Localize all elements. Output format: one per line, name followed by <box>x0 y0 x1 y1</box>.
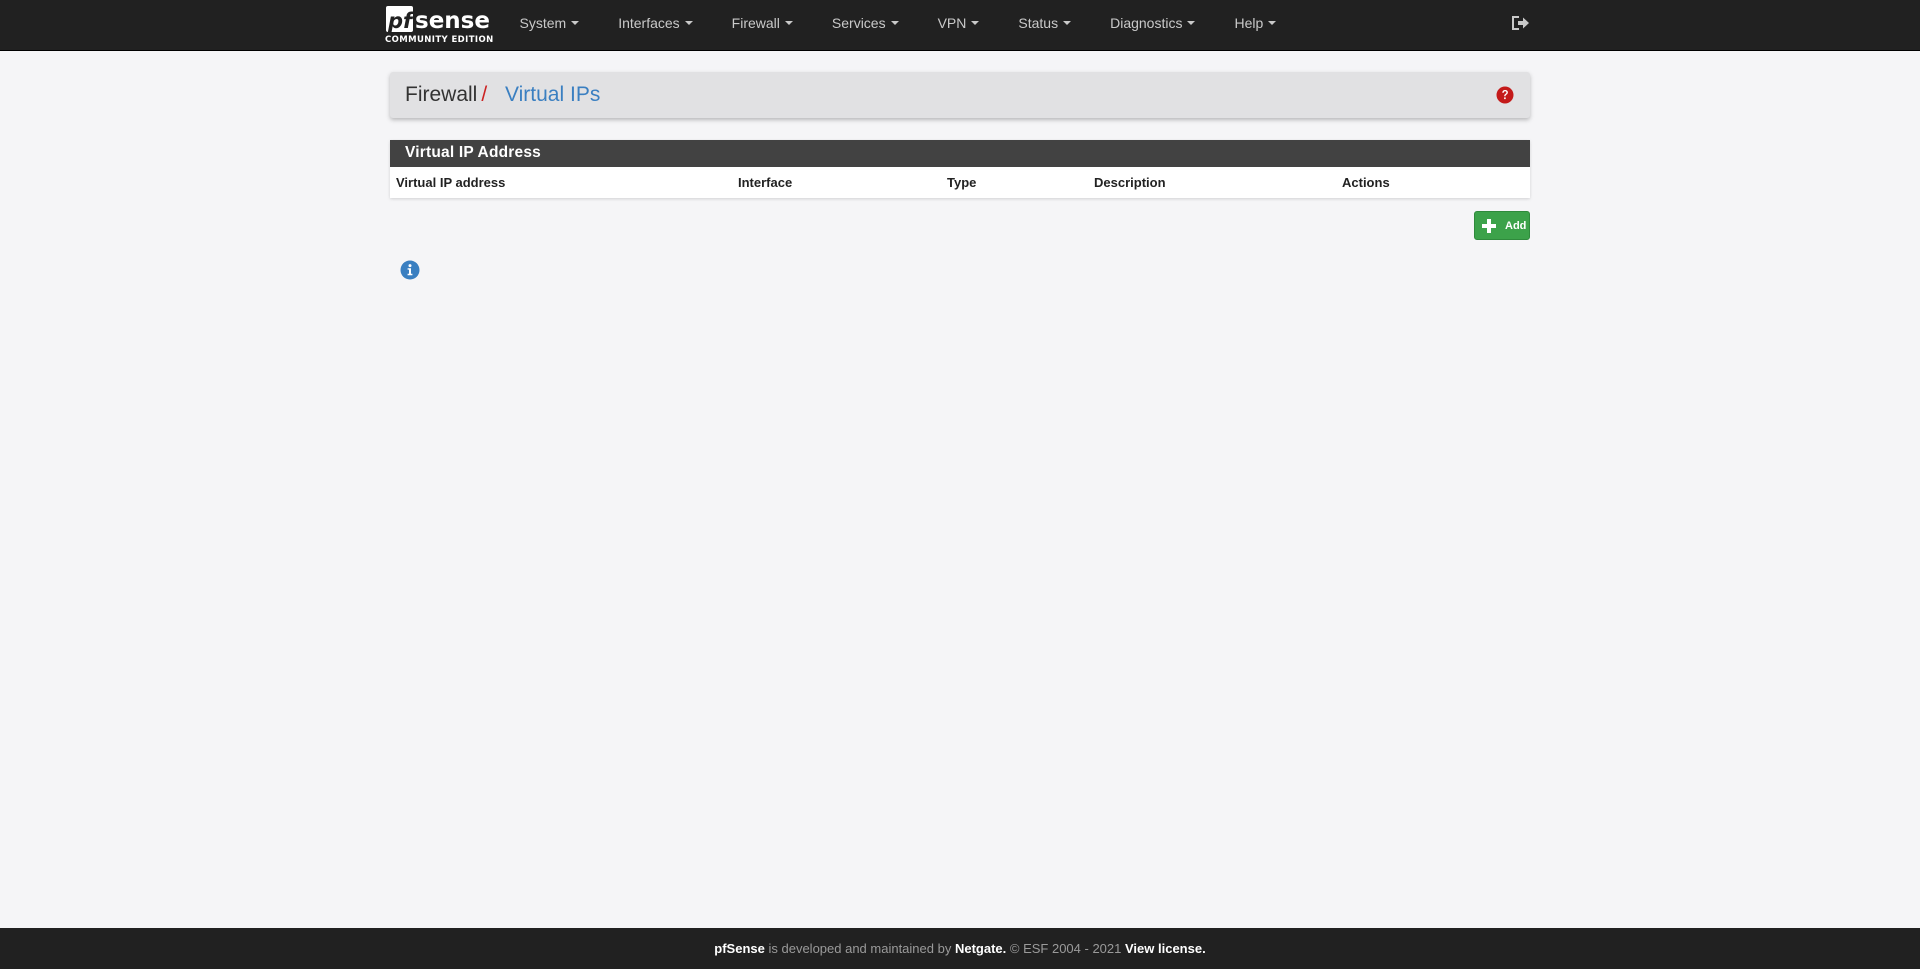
menu-label: Status <box>1018 15 1059 31</box>
logo-subtitle: COMMUNITY EDITION <box>385 35 494 45</box>
column-header-type[interactable]: Type <box>947 175 976 190</box>
add-button[interactable]: Add <box>1474 211 1530 240</box>
breadcrumb-parent-label: Firewall <box>405 83 478 106</box>
column-header-description[interactable]: Description <box>1094 175 1166 190</box>
main-menu: System Interfaces Firewall Services VPN … <box>500 0 1296 46</box>
question-circle-icon[interactable] <box>1496 86 1514 104</box>
footer-product-link[interactable]: pfSense <box>714 941 765 956</box>
menu-status[interactable]: Status <box>999 0 1091 46</box>
pfsense-logo[interactable]: pf sense COMMUNITY EDITION <box>385 4 493 46</box>
svg-text:sense: sense <box>415 8 490 34</box>
breadcrumb-parent: Firewall / <box>405 83 487 107</box>
column-header-actions: Actions <box>1342 175 1390 190</box>
menu-diagnostics[interactable]: Diagnostics <box>1091 0 1215 46</box>
breadcrumb: Firewall / Virtual IPs <box>390 72 1530 118</box>
svg-text:pf: pf <box>387 9 415 33</box>
breadcrumb-separator: / <box>481 83 488 106</box>
footer-company-link[interactable]: Netgate. <box>955 941 1006 956</box>
virtual-ip-panel: Virtual IP Address Virtual IP address In… <box>390 140 1530 198</box>
menu-label: Firewall <box>731 15 780 31</box>
caret-down-icon <box>571 21 580 25</box>
menu-label: System <box>519 15 567 31</box>
menu-label: VPN <box>937 15 967 31</box>
menu-label: Diagnostics <box>1110 15 1183 31</box>
add-button-label: Add <box>1505 219 1527 232</box>
table-header-row: Virtual IP address Interface Type Descri… <box>390 167 1530 198</box>
caret-down-icon <box>684 21 693 25</box>
caret-down-icon <box>1063 21 1072 25</box>
menu-label: Interfaces <box>618 15 680 31</box>
caret-down-icon <box>890 21 899 25</box>
pfsense-logo-icon: pf sense <box>386 6 490 34</box>
breadcrumb-current-link[interactable]: Virtual IPs <box>505 83 600 107</box>
column-header-interface[interactable]: Interface <box>738 175 792 190</box>
column-header-virtual-ip[interactable]: Virtual IP address <box>396 175 505 190</box>
menu-label: Help <box>1234 15 1264 31</box>
footer: pfSense is developed and maintained by N… <box>0 928 1920 969</box>
footer-copyright: © ESF 2004 - 2021 <box>1009 941 1122 956</box>
menu-interfaces[interactable]: Interfaces <box>599 0 712 46</box>
panel-title: Virtual IP Address <box>390 140 1530 167</box>
menu-system[interactable]: System <box>500 0 599 46</box>
menu-help[interactable]: Help <box>1215 0 1296 46</box>
caret-down-icon <box>1187 21 1196 25</box>
info-circle-icon[interactable] <box>400 260 420 280</box>
menu-services[interactable]: Services <box>812 0 918 46</box>
menu-firewall[interactable]: Firewall <box>712 0 812 46</box>
sign-out-icon[interactable] <box>1510 14 1530 32</box>
caret-down-icon <box>784 21 793 25</box>
menu-vpn[interactable]: VPN <box>918 0 999 46</box>
footer-license-link[interactable]: View license. <box>1125 941 1206 956</box>
menu-label: Services <box>831 15 886 31</box>
caret-down-icon <box>971 21 980 25</box>
caret-down-icon <box>1268 21 1277 25</box>
plus-icon <box>1482 218 1496 233</box>
footer-text: is developed and maintained by <box>768 941 952 956</box>
top-navbar: pf sense COMMUNITY EDITION System Interf… <box>0 0 1920 51</box>
